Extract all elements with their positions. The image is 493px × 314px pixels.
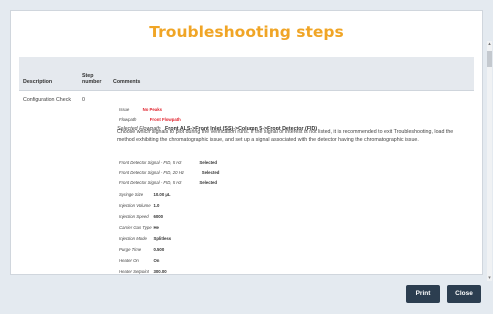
close-button[interactable]: Close xyxy=(447,285,481,303)
dialog-title: Troubleshooting steps xyxy=(149,23,344,41)
scroll-down-arrow-icon[interactable]: ▾ xyxy=(487,275,492,281)
steps-table: Description Step number Comments Configu… xyxy=(19,57,474,275)
table-body: Configuration Check 0 Issue No Peaks Flo… xyxy=(19,93,474,275)
signal-row: Front Detector Signal - FID, 5 Hz Select… xyxy=(119,171,217,185)
instruction-text: Choose which signals to plot during the … xyxy=(117,129,454,143)
param-row: Purge Time 0.500 xyxy=(119,238,164,252)
param-row: Injection Mode Splitless xyxy=(119,227,171,241)
row-description: Configuration Check xyxy=(23,97,71,103)
column-header-step-number: Step number xyxy=(82,73,102,86)
selected-flowpath-line: Selected Flowpath Front ALS->Front Inlet… xyxy=(117,117,317,132)
param-row: Heater Setpoint 300.00 xyxy=(119,260,167,274)
param-row: Carrier Gas Type He xyxy=(119,216,159,230)
scrollbar-thumb[interactable] xyxy=(487,51,492,67)
troubleshooting-dialog: Troubleshooting steps Description Step n… xyxy=(10,10,492,281)
param-row: Injection Volume 1.0 xyxy=(119,194,159,208)
row-step-number: 0 xyxy=(82,97,85,103)
signal-value: Selected xyxy=(199,180,218,185)
vertical-scrollbar[interactable]: ▴ ▾ xyxy=(487,41,492,281)
signal-row: Front Detector Signal - FID, 20 Hz Selec… xyxy=(119,161,219,175)
param-row: Injection Speed 6000 xyxy=(119,205,163,219)
issue-line: Issue No Peaks xyxy=(119,98,162,112)
param-value: 300.00 xyxy=(153,269,167,274)
column-header-comments: Comments xyxy=(113,79,141,85)
flowpath-line: Flowpath Front Flowpath xyxy=(119,108,181,122)
signal-row: Front Detector Signal - FID, 5 Hz Select… xyxy=(119,151,217,165)
table-header: Description Step number Comments xyxy=(19,57,474,91)
print-button[interactable]: Print xyxy=(406,285,440,303)
param-label: Heater Setpoint xyxy=(119,269,149,274)
param-row: Heater On On xyxy=(119,249,159,263)
scroll-up-arrow-icon[interactable]: ▴ xyxy=(487,41,492,47)
column-header-description: Description xyxy=(23,79,53,85)
param-row: Syringe Size 10.00 µL xyxy=(119,183,171,197)
